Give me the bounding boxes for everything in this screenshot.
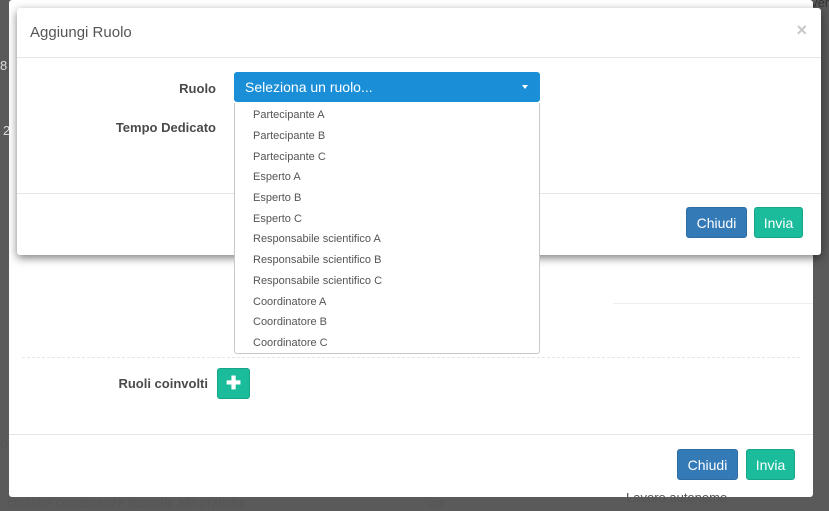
modal-title: Aggiungi Ruolo bbox=[30, 24, 132, 41]
dropdown-option[interactable]: Esperto A bbox=[253, 171, 301, 183]
close-button[interactable]: Chiudi bbox=[686, 207, 747, 238]
modal-header: Aggiungi Ruolo × bbox=[17, 8, 821, 58]
under-send-button[interactable]: Invia bbox=[746, 449, 795, 480]
role-select[interactable]: Seleziona un ruolo... bbox=[234, 72, 540, 102]
ruoli-coinvolti-label: Ruoli coinvolti bbox=[118, 376, 208, 391]
ruolo-label: Ruolo bbox=[179, 81, 216, 96]
footer-divider bbox=[9, 434, 813, 435]
close-icon[interactable]: × bbox=[796, 20, 807, 41]
dropdown-option[interactable]: Coordinatore B bbox=[253, 316, 327, 328]
dropdown-option[interactable]: Esperto C bbox=[253, 213, 302, 225]
dropdown-option[interactable]: Coordinatore C bbox=[253, 337, 328, 349]
background-row-text: att bbox=[429, 496, 444, 511]
dropdown-option[interactable]: Partecipante A bbox=[253, 109, 325, 121]
dropdown-option[interactable]: Responsabile scientifico A bbox=[253, 233, 381, 245]
dropdown-option[interactable]: Responsabile scientifico B bbox=[253, 254, 381, 266]
role-dropdown-list: Partecipante A Partecipante B Partecipan… bbox=[234, 103, 540, 354]
dropdown-option[interactable]: Responsabile scientifico C bbox=[253, 275, 382, 287]
dropdown-option[interactable]: Coordinatore A bbox=[253, 296, 326, 308]
role-select-value: Seleziona un ruolo... bbox=[245, 79, 373, 95]
background-fragment: 8 bbox=[0, 58, 8, 73]
send-button[interactable]: Invia bbox=[754, 207, 803, 238]
add-role-button[interactable]: ✚ bbox=[217, 368, 250, 399]
under-close-button[interactable]: Chiudi bbox=[677, 449, 738, 480]
background-fragment: o bbox=[0, 436, 8, 451]
plus-icon: ✚ bbox=[225, 373, 242, 393]
dropdown-option[interactable]: Partecipante B bbox=[253, 130, 325, 142]
caret-down-icon bbox=[522, 85, 528, 89]
divider bbox=[22, 357, 800, 358]
dropdown-option[interactable]: Partecipante C bbox=[253, 151, 326, 163]
background-row-text: Lavoro autonomo bbox=[626, 490, 728, 505]
tempo-dedicato-label: Tempo Dedicato bbox=[115, 120, 216, 135]
dropdown-option[interactable]: Esperto B bbox=[253, 192, 301, 204]
